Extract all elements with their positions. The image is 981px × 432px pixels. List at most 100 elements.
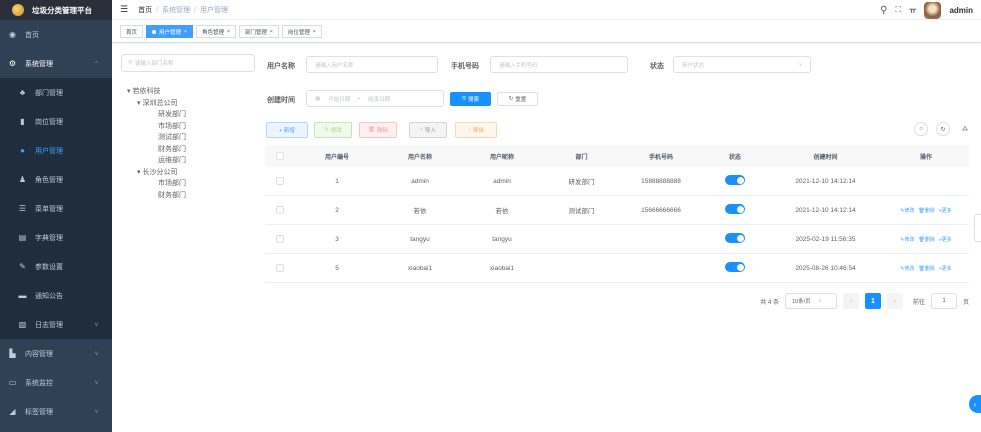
sidebar-item-user[interactable]: ● 用户管理 — [0, 136, 112, 165]
breadcrumb-home[interactable]: 首页 — [138, 7, 152, 14]
export-button[interactable]: ↓ 导出 — [455, 122, 497, 138]
status-placeholder: 用户状态 — [682, 62, 705, 69]
tree-node[interactable]: 测试部门 — [121, 132, 255, 144]
status-select[interactable]: 用户状态 v — [673, 56, 811, 73]
table-row[interactable]: 2 若依 若依 测试部门 15666666666 2021-12-10 14:12:14 ✎… — [265, 196, 969, 225]
float-toggle-button[interactable]: ‹ — [969, 395, 981, 413]
reset-button[interactable]: ↻ 重置 — [497, 92, 538, 106]
sidebar-item-notice[interactable]: ▬ 通知公告 — [0, 281, 112, 310]
dept-search-input[interactable]: ⚲ 请输入部门名称 — [121, 54, 255, 72]
sidebar-item-config[interactable]: ✎ 参数设置 — [0, 252, 112, 281]
tree-node[interactable]: ▾ 深圳总公司 — [121, 98, 255, 110]
page-size-select[interactable]: 10条/页 v — [784, 293, 837, 309]
tree-node[interactable]: ▾ 长沙分公司 — [121, 167, 255, 179]
settings-drawer-handle[interactable] — [974, 214, 981, 242]
phone-input[interactable]: 请输入手机号码 — [490, 56, 628, 73]
close-icon[interactable]: × — [184, 29, 187, 35]
tag-dept[interactable]: 部门管理 × — [238, 25, 279, 38]
tag-post[interactable]: 岗位管理 × — [281, 25, 322, 38]
add-button[interactable]: + 新增 — [266, 122, 308, 138]
toggle-search-button[interactable]: ○ — [914, 122, 928, 136]
breadcrumb: 首页 / 系统管理 / 用户管理 — [138, 6, 228, 14]
tree-node[interactable]: 财务部门 — [121, 190, 255, 202]
search-icon: ⚲ — [128, 60, 133, 66]
close-icon[interactable]: × — [227, 29, 230, 35]
table-row[interactable]: 5 xiaobai1 xiaobai1 2025-08-26 10:46:54 ✎修改 🗑… — [265, 254, 969, 283]
fullscreen-icon[interactable]: ⛶ — [895, 5, 901, 15]
row-edit-link[interactable]: ✎修改 — [900, 236, 914, 243]
tree-node[interactable]: 运维部门 — [121, 155, 255, 167]
search-icon[interactable]: ⚲ — [880, 5, 887, 16]
next-page-button[interactable]: › — [886, 293, 903, 309]
sidebar-item-home[interactable]: ◉ 首页 — [0, 20, 112, 49]
row-checkbox[interactable] — [276, 235, 284, 243]
status-switch[interactable] — [725, 233, 745, 243]
tag-user[interactable]: 用户管理 × — [146, 25, 193, 38]
edit-button[interactable]: ✎ 修改 — [314, 122, 352, 138]
system-submenu: ♣ 部门管理 ▮ 岗位管理 ● 用户管理 ♟ 角色管理 ☰ 菜单管理 ▤ 字典管理 ✎ 参数设… — [0, 78, 112, 339]
select-all-checkbox[interactable] — [276, 152, 284, 160]
date-range-picker[interactable]: ▦ 开始日期 - 结束日期 — [306, 90, 444, 107]
table-row[interactable]: 3 tangyu tangyu 2025-02-19 11:56:35 ✎修改 🗑删除 »更… — [265, 225, 969, 254]
row-more-link[interactable]: »更多 — [939, 207, 952, 214]
row-delete-link[interactable]: 🗑删除 — [919, 207, 935, 214]
prev-page-button[interactable]: ‹ — [842, 293, 859, 309]
sidebar-item-monitor[interactable]: ▭ 系统监控 v — [0, 368, 112, 397]
page-button-current[interactable]: 1 — [864, 293, 881, 309]
app-logo[interactable]: 垃圾分类管理平台 — [0, 0, 112, 20]
sidebar-item-role[interactable]: ♟ 角色管理 — [0, 165, 112, 194]
goto-page-input[interactable]: 1 — [930, 293, 957, 309]
close-icon[interactable]: × — [270, 29, 273, 35]
chevron-left-icon: ‹ — [849, 297, 853, 305]
tree-node[interactable]: ▾ 若依科技 — [121, 86, 255, 98]
row-delete-link[interactable]: 🗑删除 — [919, 236, 935, 243]
tree-node[interactable]: 财务部门 — [121, 144, 255, 156]
status-switch[interactable] — [725, 204, 745, 214]
user-name[interactable]: admin — [949, 6, 973, 15]
monitor-icon: ▭ — [8, 378, 17, 387]
sidebar-item-system[interactable]: ⚙ 系统管理 ^ — [0, 49, 112, 78]
logo-icon — [12, 4, 24, 16]
sidebar-item-dict[interactable]: ▤ 字典管理 — [0, 223, 112, 252]
add-button-label: + 新增 — [279, 128, 295, 134]
pagination: 共 4 条 10条/页 v ‹ 1 › 前往 1 页 — [760, 293, 969, 309]
row-delete-link[interactable]: 🗑删除 — [919, 265, 935, 272]
cell-created: 2025-02-19 11:56:35 — [795, 235, 856, 243]
tag-home[interactable]: 首页 — [120, 25, 144, 38]
table-row[interactable]: 1 admin admin 研发部门 15888888888 2021-12-10 14:… — [265, 167, 969, 196]
row-edit-link[interactable]: ✎修改 — [900, 207, 914, 214]
font-size-icon[interactable]: ㅠ — [909, 5, 916, 16]
columns-button[interactable]: ⁂ — [958, 122, 972, 136]
row-edit-link[interactable]: ✎修改 — [900, 265, 914, 272]
chevron-left-icon: ‹ — [973, 399, 977, 409]
sidebar-item-dept[interactable]: ♣ 部门管理 — [0, 78, 112, 107]
row-more-link[interactable]: »更多 — [939, 265, 952, 272]
row-more-link[interactable]: »更多 — [939, 236, 952, 243]
row-checkbox[interactable] — [276, 264, 284, 272]
status-switch[interactable] — [725, 175, 745, 185]
cell-nick-name: tangyu — [492, 235, 512, 243]
sidebar-item-menu[interactable]: ☰ 菜单管理 — [0, 194, 112, 223]
refresh-button[interactable]: ↻ — [936, 122, 950, 136]
hamburger-icon[interactable]: ☰ — [120, 4, 128, 15]
tree-node[interactable]: 市场部门 — [121, 121, 255, 133]
delete-button[interactable]: 🗑 删除 — [359, 122, 397, 138]
tree-icon: ♣ — [19, 88, 26, 97]
row-checkbox[interactable] — [276, 177, 284, 185]
import-button[interactable]: ↑ 导入 — [409, 122, 447, 138]
sidebar-item-log[interactable]: ▧ 日志管理 v — [0, 310, 112, 339]
tree-node[interactable]: 研发部门 — [121, 109, 255, 121]
row-checkbox[interactable] — [276, 206, 284, 214]
avatar[interactable] — [924, 1, 942, 19]
sidebar-item-content[interactable]: ▙ 内容管理 v — [0, 339, 112, 368]
cell-nick-name: 若依 — [495, 208, 509, 215]
close-icon[interactable]: × — [313, 29, 316, 35]
search-button[interactable]: ⚲ 搜索 — [450, 92, 491, 106]
sidebar-item-post[interactable]: ▮ 岗位管理 — [0, 107, 112, 136]
tag-role[interactable]: 角色管理 × — [195, 25, 236, 38]
sidebar-item-tags[interactable]: ◢ 标签管理 v — [0, 397, 112, 426]
status-switch[interactable] — [725, 262, 745, 272]
tree-node[interactable]: 市场部门 — [121, 178, 255, 190]
sidebar-item-label: 部门管理 — [35, 89, 63, 97]
username-input[interactable]: 请输入用户名称 — [306, 56, 438, 73]
